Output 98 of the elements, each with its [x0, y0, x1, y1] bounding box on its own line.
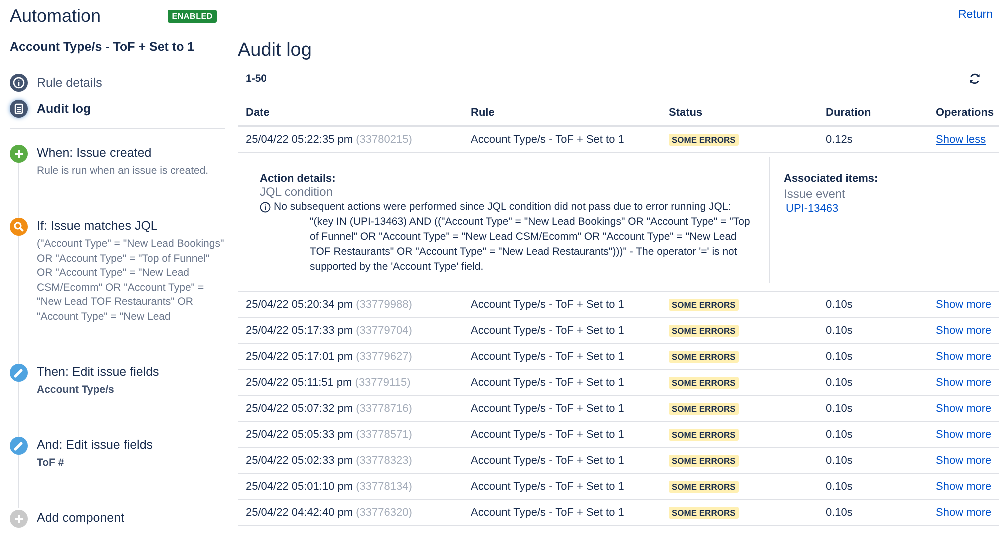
date-cell: 25/04/22 05:02:33 pm (33778323): [238, 448, 463, 474]
rule-cell: Account Type/s - ToF + Set to 1: [463, 500, 661, 526]
status-lozenge: SOME ERRORS: [669, 350, 739, 362]
duration-cell: 0.10s: [818, 474, 928, 500]
toggle-link[interactable]: Show more: [936, 402, 992, 414]
execution-id: (33776320): [356, 506, 412, 518]
toggle-link[interactable]: Show less: [936, 134, 986, 146]
execution-id: (33779627): [356, 350, 412, 362]
date-cell: 25/04/22 05:07:32 pm (33778716): [238, 396, 463, 422]
pencil-icon: [10, 364, 28, 382]
toggle-link[interactable]: Show more: [936, 324, 992, 336]
info-icon: [10, 74, 28, 92]
component-detail: ToF #: [37, 456, 66, 470]
duration-cell: 0.10s: [818, 370, 928, 396]
toggle-link[interactable]: Show more: [936, 454, 992, 466]
date-cell: 25/04/22 05:20:34 pm (33779988): [238, 292, 463, 318]
info-icon: [260, 202, 271, 213]
execution-id: (33779988): [356, 298, 412, 310]
component-title[interactable]: Add component: [37, 511, 125, 525]
rule-cell: Account Type/s - ToF + Set to 1: [463, 318, 661, 344]
column-header: Duration: [818, 100, 928, 126]
toggle-link[interactable]: Show more: [936, 506, 992, 518]
rule-cell: Account Type/s - ToF + Set to 1: [463, 396, 661, 422]
toggle-link[interactable]: Show more: [936, 480, 992, 492]
execution-id: (33779704): [356, 324, 412, 336]
rule-cell: Account Type/s - ToF + Set to 1: [463, 370, 661, 396]
execution-id: (33779115): [355, 376, 411, 388]
rule-cell: Account Type/s - ToF + Set to 1: [463, 344, 661, 370]
nav-item[interactable]: Rule details: [10, 74, 225, 92]
column-header: Status: [661, 100, 818, 126]
date-cell: 25/04/22 05:11:51 pm (33779115): [238, 370, 463, 396]
rule-cell: Account Type/s - ToF + Set to 1: [463, 422, 661, 448]
rule-name: Account Type/s - ToF + Set to 1: [10, 40, 196, 54]
rule-cell: Account Type/s - ToF + Set to 1: [463, 292, 661, 318]
status-lozenge: SOME ERRORS: [669, 506, 739, 518]
nav-item[interactable]: Audit log: [10, 100, 225, 118]
status-lozenge: SOME ERRORS: [669, 402, 739, 414]
section-label: Action details:: [260, 173, 337, 185]
duration-cell: 0.10s: [818, 344, 928, 370]
date-cell: 25/04/22 05:17:33 pm (33779704): [238, 318, 463, 344]
duration-cell: 0.10s: [818, 318, 928, 344]
action-name: JQL condition: [260, 185, 334, 199]
status-lozenge: SOME ERRORS: [669, 454, 739, 466]
component-detail: ("Account Type" = "New Lead Bookings" OR "Account Type" = "Top of Funnel" OR "Account Type" = "New Lead CSM/Ecomm" OR "Account Type" = "New Lead TOF Restaurants" OR "Account Type" = "New Lead: [37, 237, 226, 324]
app-title: Automation: [10, 6, 102, 26]
component-detail: Rule is run when an issue is created.: [37, 164, 210, 178]
duration-cell: 0.10s: [818, 292, 928, 318]
execution-id: (33778571): [356, 428, 412, 440]
duration-cell: 0.10s: [818, 396, 928, 422]
status-badge: ENABLED: [168, 10, 217, 22]
column-header: Date: [238, 100, 463, 126]
plus-icon: [10, 510, 28, 528]
status-lozenge: SOME ERRORS: [669, 134, 739, 146]
date-cell: 25/04/22 05:05:33 pm (33778571): [238, 422, 463, 448]
execution-id: (33780215): [356, 134, 412, 146]
status-lozenge: SOME ERRORS: [669, 480, 739, 492]
status-lozenge: SOME ERRORS: [669, 376, 739, 388]
column-header: Operations: [928, 100, 999, 126]
status-lozenge: SOME ERRORS: [669, 298, 739, 310]
component-title[interactable]: If: Issue matches JQL: [37, 219, 227, 233]
pencil-icon: [10, 437, 28, 455]
rule-cell: Account Type/s - ToF + Set to 1: [463, 474, 661, 500]
date-cell: 25/04/22 05:22:35 pm (33780215): [238, 126, 463, 152]
toggle-link[interactable]: Show more: [936, 428, 992, 440]
date-cell: 25/04/22 04:42:40 pm (33776320): [238, 500, 463, 526]
duration-cell: 0.10s: [818, 422, 928, 448]
rule-cell: Account Type/s - ToF + Set to 1: [463, 448, 661, 474]
component-title[interactable]: And: Edit issue fields: [37, 438, 227, 452]
refresh-icon[interactable]: [969, 73, 981, 85]
search-icon: [10, 218, 28, 236]
toggle-link[interactable]: Show more: [936, 298, 992, 310]
date-cell: 25/04/22 05:01:10 pm (33778134): [238, 474, 463, 500]
section-label: Associated items:: [784, 173, 880, 185]
return-link[interactable]: Return: [958, 9, 993, 21]
duration-cell: 0.10s: [818, 500, 928, 526]
duration-cell: 0.10s: [818, 448, 928, 474]
item-type: Issue event: [784, 187, 846, 201]
date-cell: 25/04/22 05:17:01 pm (33779627): [238, 344, 463, 370]
component-title[interactable]: When: Issue created: [37, 146, 227, 160]
plus-icon: [10, 145, 28, 163]
column-header: Rule: [463, 100, 661, 126]
list-icon: [10, 100, 28, 118]
component-detail: Account Type/s: [37, 383, 116, 398]
execution-id: (33778716): [356, 402, 412, 414]
execution-id: (33778134): [356, 480, 412, 492]
page-heading: Audit log: [238, 40, 313, 62]
status-lozenge: SOME ERRORS: [669, 324, 739, 336]
component-title[interactable]: Then: Edit issue fields: [37, 365, 227, 379]
issue-link[interactable]: UPI-13463: [784, 203, 989, 215]
execution-id: (33778323): [356, 454, 412, 466]
toggle-link[interactable]: Show more: [936, 376, 992, 388]
jql-query: "(key IN (UPI-13463) AND (("Account Type" = "New Lead Bookings" OR "Account Type" = "Top of Funnel" OR "Account Type" = "New Lead CSM/Ecomm" OR "Account Type" = "New Lead TOF Restaurants" OR "Account Type" = "New Lead Restaurants")))" - The operator '=' is not supported by the 'Account Type' field.: [309, 215, 752, 275]
status-lozenge: SOME ERRORS: [669, 428, 739, 440]
error-message: No subsequent actions were performed since JQL condition did not pass due to error running JQL:: [274, 201, 732, 213]
toggle-link[interactable]: Show more: [936, 350, 992, 362]
result-range: 1-50: [246, 73, 268, 85]
rule-cell: Account Type/s - ToF + Set to 1: [463, 126, 661, 152]
duration-cell: 0.12s: [818, 126, 928, 152]
